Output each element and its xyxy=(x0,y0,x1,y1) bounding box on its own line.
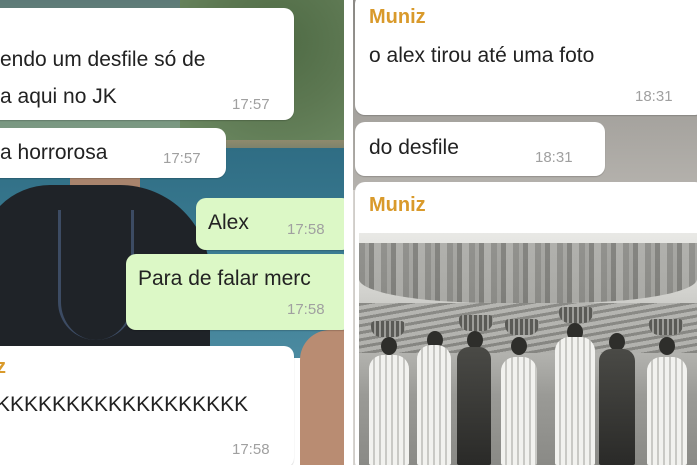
photo-figure xyxy=(647,357,687,465)
message-timestamp: 17:58 xyxy=(287,301,325,318)
left-chat-screenshot: endo um desfile só de a aqui no JK 17:57… xyxy=(0,0,344,465)
message-text: a horrorosa xyxy=(0,141,108,164)
message-bubble-incoming[interactable]: a horrorosa 17:57 xyxy=(0,128,226,178)
message-bubble-outgoing[interactable]: Para de falar merc 17:58 xyxy=(126,254,344,330)
panel-divider xyxy=(344,0,353,465)
photo-basket xyxy=(371,321,405,337)
message-timestamp: 17:57 xyxy=(163,150,201,167)
photo-basket xyxy=(505,319,539,335)
message-text: KKKKKKKKKKKKKKKKKK xyxy=(0,393,249,416)
photo-figure xyxy=(457,347,491,465)
photo-basket xyxy=(559,307,593,323)
message-text: a aqui no JK xyxy=(0,85,117,108)
sender-name: Muniz xyxy=(369,6,426,28)
message-timestamp: 17:58 xyxy=(287,221,325,238)
background-photo-arm xyxy=(300,330,344,465)
message-text: endo um desfile só de xyxy=(0,48,206,71)
message-bubble-incoming[interactable]: endo um desfile só de a aqui no JK 17:57 xyxy=(0,8,294,120)
message-text: o alex tirou até uma foto xyxy=(369,44,595,67)
message-timestamp: 17:58 xyxy=(232,441,270,458)
sender-name: Muniz xyxy=(369,194,426,216)
photo-figure xyxy=(369,355,409,465)
message-timestamp: 18:31 xyxy=(635,88,673,105)
photo-figure xyxy=(417,345,451,465)
photo-figure-head xyxy=(381,337,397,355)
sender-name: z xyxy=(0,356,6,378)
photo-figure-head xyxy=(511,337,527,355)
right-chat-screenshot: Muniz o alex tirou até uma foto 18:31 do… xyxy=(353,0,697,465)
message-timestamp: 18:31 xyxy=(535,149,573,166)
message-bubble-incoming[interactable]: do desfile 18:31 xyxy=(355,122,605,176)
photo-trees xyxy=(359,243,697,303)
photo-figure xyxy=(501,357,537,465)
message-text: Para de falar merc xyxy=(138,267,311,290)
photo-basket xyxy=(459,315,493,331)
message-bubble-incoming[interactable]: Muniz o alex tirou até uma foto 18:31 xyxy=(355,0,697,115)
photo-figure-head xyxy=(659,337,675,355)
photo-figure xyxy=(599,349,635,465)
engraving-photo-attachment[interactable] xyxy=(359,233,697,465)
photo-figure xyxy=(555,337,595,465)
message-bubble-incoming[interactable]: z KKKKKKKKKKKKKKKKKK 17:58 xyxy=(0,346,294,465)
background-photo-lanyard xyxy=(58,210,134,340)
photo-basket xyxy=(649,319,683,335)
message-bubble-outgoing[interactable]: Alex 17:58 xyxy=(196,198,344,250)
message-text: do desfile xyxy=(369,136,459,159)
message-timestamp: 17:57 xyxy=(232,96,270,113)
message-text: Alex xyxy=(208,211,249,234)
